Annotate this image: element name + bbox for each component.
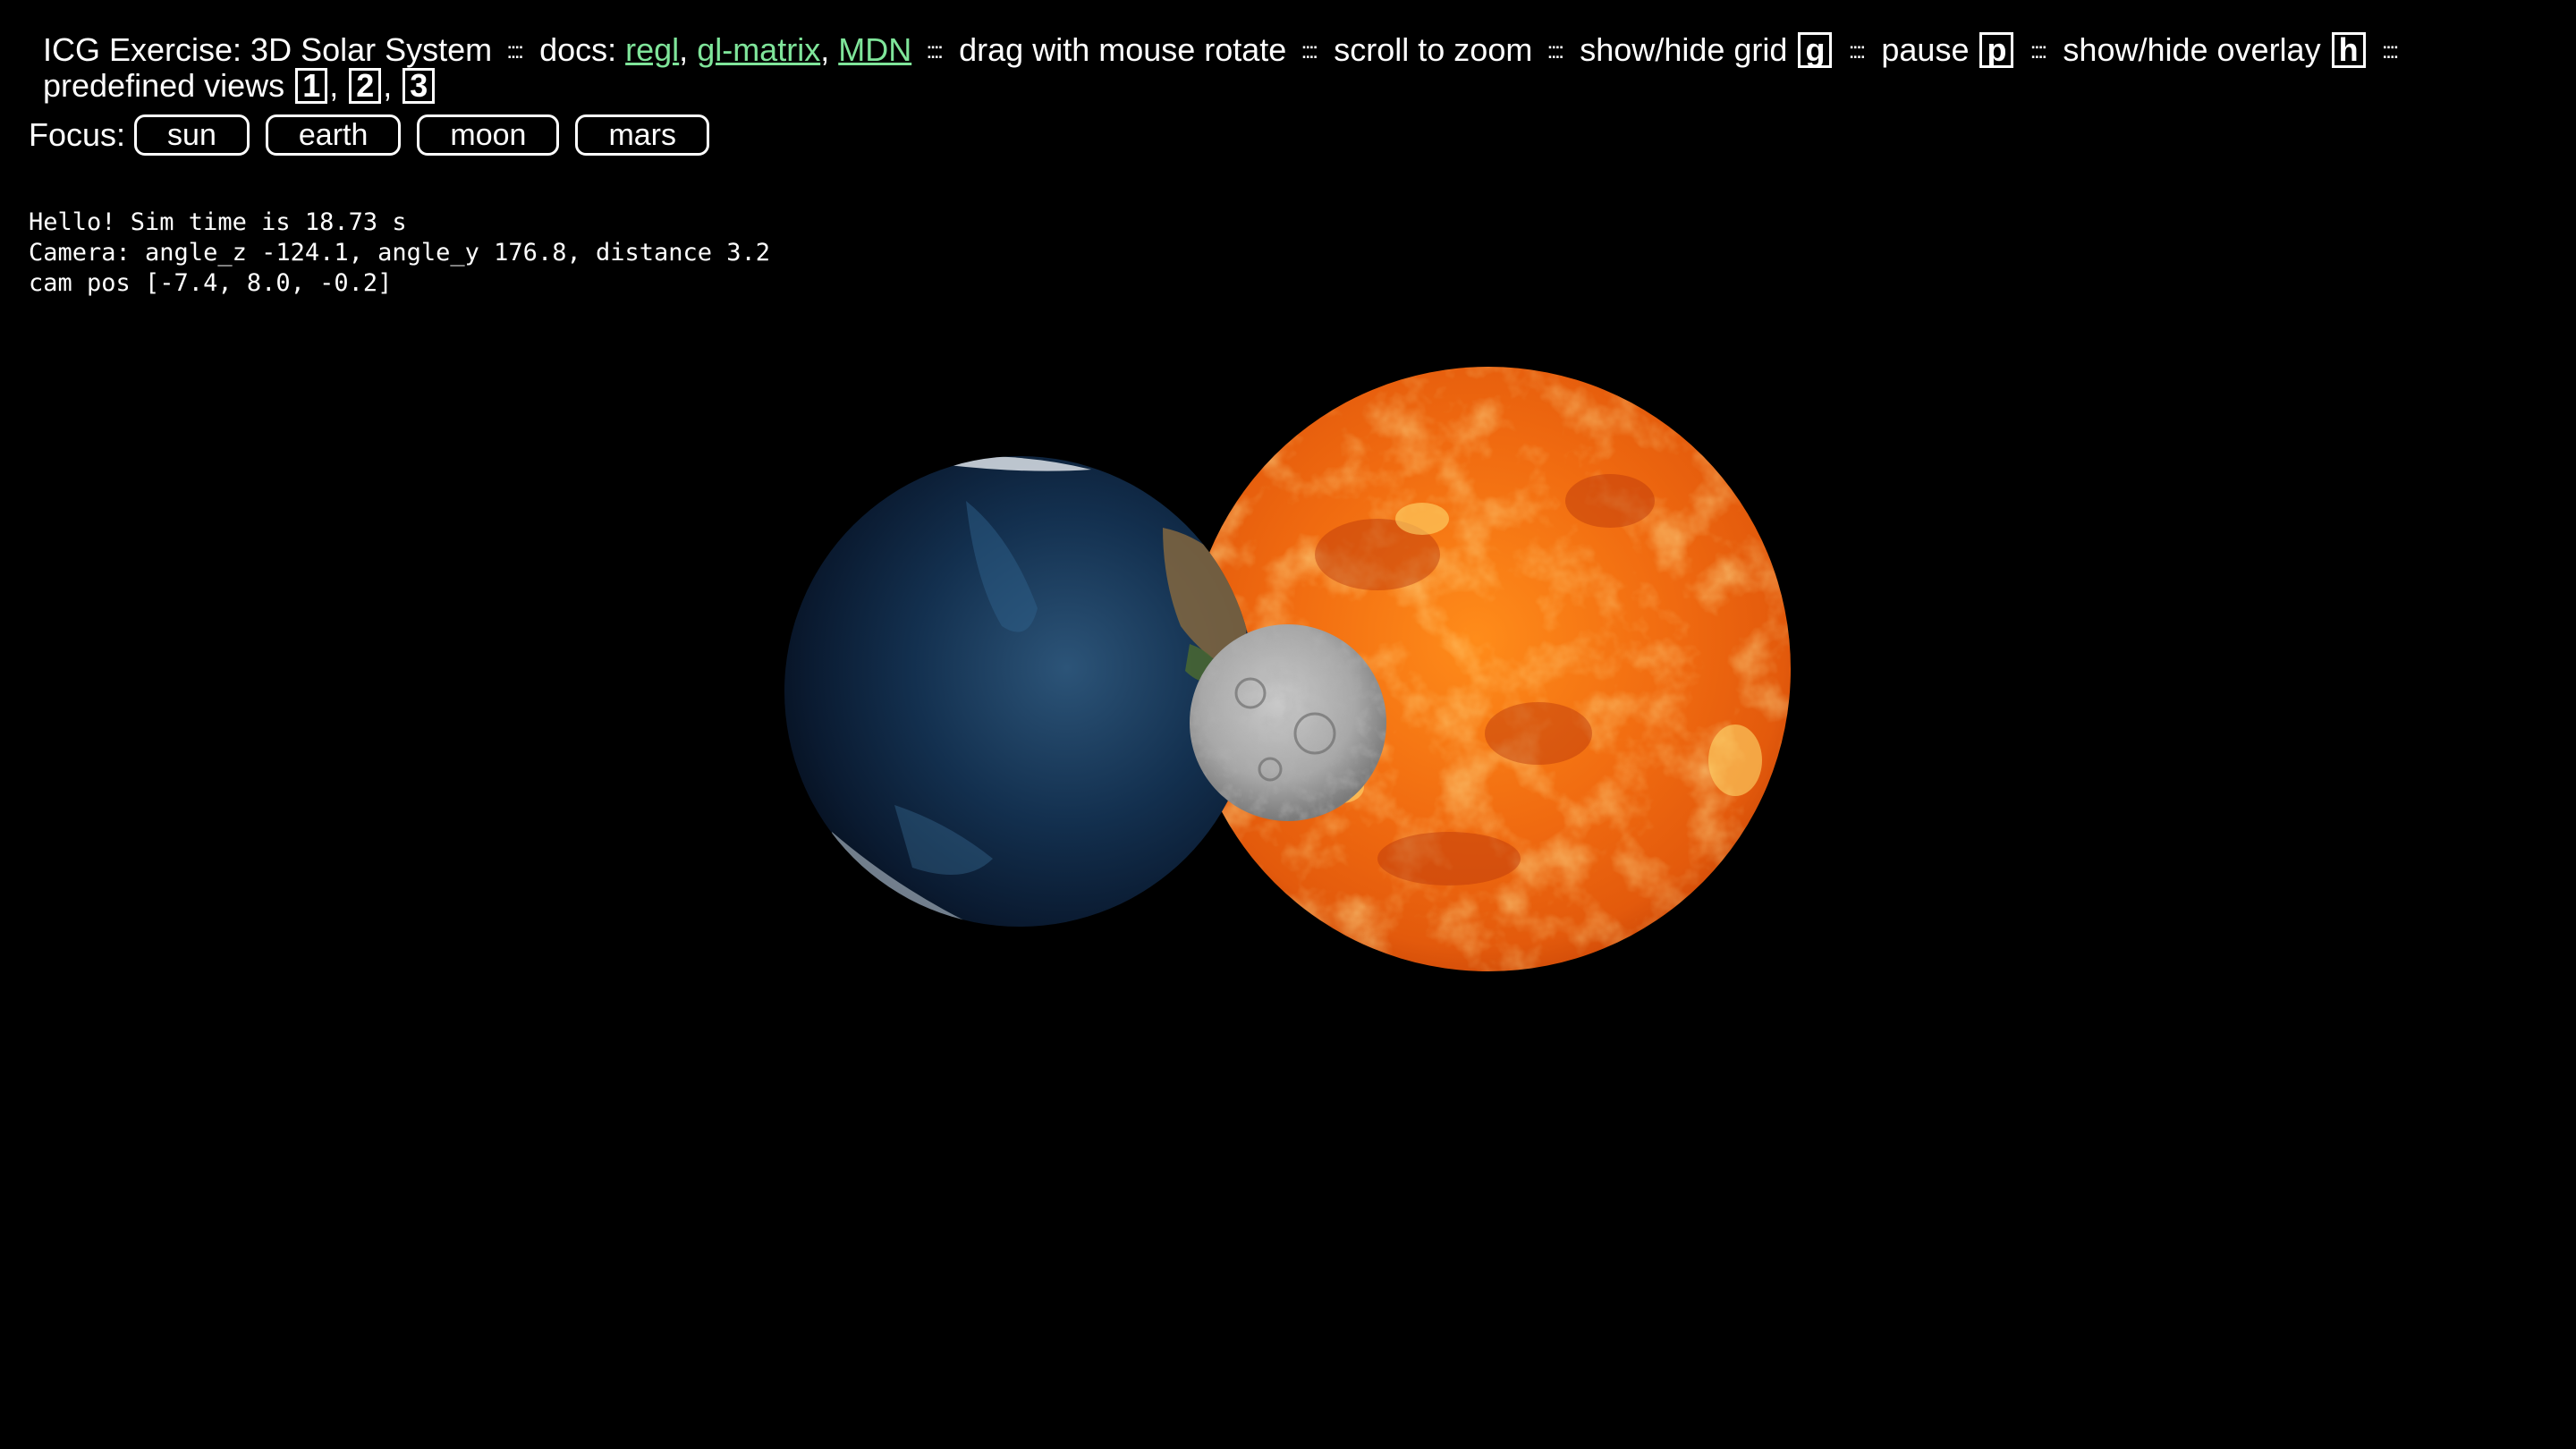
separator: :::: xyxy=(1301,37,1318,64)
scroll-hint: scroll to zoom xyxy=(1334,31,1533,68)
separator: :::: xyxy=(2029,37,2048,64)
view-key-2: 2 xyxy=(349,68,382,104)
pause-hint: pause xyxy=(1881,31,1970,68)
debug-overlay: Hello! Sim time is 18.73 s Camera: angle_… xyxy=(29,208,770,299)
focus-mars-button[interactable]: mars xyxy=(575,114,709,156)
separator: :::: xyxy=(2381,37,2400,64)
focus-earth-button[interactable]: earth xyxy=(265,114,402,156)
cam-pos-text: cam pos [-7.4, 8.0, -0.2] xyxy=(29,269,393,297)
separator: :::: xyxy=(926,37,944,64)
moon-sphere xyxy=(1190,624,1386,821)
grid-hint: show/hide grid xyxy=(1580,31,1788,68)
focus-label: Focus: xyxy=(29,116,126,153)
view-key-1: 1 xyxy=(295,68,328,104)
pause-key: p xyxy=(1979,32,2014,68)
views-hint: predefined views xyxy=(43,67,285,104)
drag-hint: drag with mouse rotate xyxy=(959,31,1287,68)
overlay-hint: show/hide overlay xyxy=(2063,31,2321,68)
overlay-key: h xyxy=(2331,32,2366,68)
separator: :::: xyxy=(1546,37,1564,64)
gl-matrix-link[interactable]: gl-matrix xyxy=(697,31,820,68)
regl-link[interactable]: regl xyxy=(625,31,679,68)
separator: :::: xyxy=(1848,37,1866,64)
focus-bar: Focus: sun earth moon mars xyxy=(29,114,725,156)
camera-info-text: Camera: angle_z -124.1, angle_y 176.8, d… xyxy=(29,239,771,267)
instructions-header: ICG Exercise: 3D Solar System :::: docs:… xyxy=(43,31,2400,104)
earth-sphere xyxy=(784,456,1255,927)
separator: :::: xyxy=(506,37,524,64)
sim-time-text: Hello! Sim time is 18.73 s xyxy=(29,208,407,236)
view-key-3: 3 xyxy=(402,68,436,104)
grid-key: g xyxy=(1798,32,1833,68)
focus-sun-button[interactable]: sun xyxy=(134,114,250,156)
docs-label: docs: xyxy=(539,31,617,68)
mdn-link[interactable]: MDN xyxy=(838,31,911,68)
focus-moon-button[interactable]: moon xyxy=(417,114,560,156)
app-title: ICG Exercise: 3D Solar System xyxy=(43,31,493,68)
